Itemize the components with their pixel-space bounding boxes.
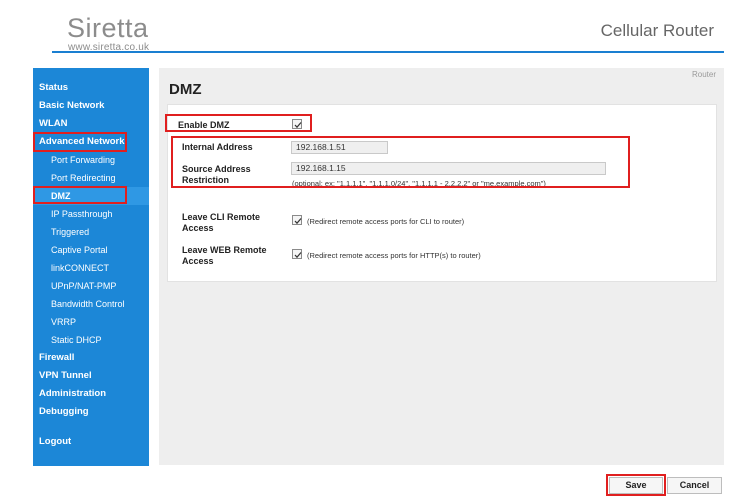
nav-basic-network[interactable]: Basic Network [33, 97, 149, 115]
nav-captive-portal[interactable]: Captive Portal [33, 241, 149, 259]
leave-cli-checkbox[interactable] [292, 215, 302, 225]
save-button[interactable]: Save [609, 477, 663, 494]
nav-port-forwarding[interactable]: Port Forwarding [33, 151, 149, 169]
nav-port-redirecting[interactable]: Port Redirecting [33, 169, 149, 187]
nav-triggered[interactable]: Triggered [33, 223, 149, 241]
cancel-button[interactable]: Cancel [667, 477, 722, 494]
nav-debugging[interactable]: Debugging [33, 403, 149, 421]
nav-vrrp[interactable]: VRRP [33, 313, 149, 331]
nav-dmz[interactable]: DMZ [33, 187, 149, 205]
source-restriction-hint: (optional; ex: "1.1.1.1", "1.1.1.0/24", … [292, 179, 546, 188]
source-restriction-input[interactable]: 192.168.1.15 [291, 162, 606, 175]
nav-vpn-tunnel[interactable]: VPN Tunnel [33, 367, 149, 385]
brand-name: Siretta [67, 13, 149, 43]
nav-status[interactable]: Status [33, 79, 149, 97]
nav-firewall[interactable]: Firewall [33, 349, 149, 367]
nav-bandwidth-control[interactable]: Bandwidth Control [33, 295, 149, 313]
nav-wlan[interactable]: WLAN [33, 115, 149, 133]
page-title: DMZ [169, 81, 202, 98]
nav-linkconnect[interactable]: linkCONNECT [33, 259, 149, 277]
leave-cli-hint: (Redirect remote access ports for CLI to… [307, 217, 465, 226]
breadcrumb: Router [691, 70, 716, 79]
brand-logo: Siretta www.siretta.co.uk [67, 14, 149, 53]
product-title: Cellular Router [600, 21, 714, 40]
main-content: Router DMZ Enable DMZ Internal Address 1… [159, 68, 724, 465]
leave-web-checkbox[interactable] [292, 249, 302, 259]
nav-ip-passthrough[interactable]: IP Passthrough [33, 205, 149, 223]
check-icon [294, 218, 302, 225]
sidebar-nav: Status Basic Network WLAN Advanced Netwo… [33, 68, 149, 466]
leave-web-hint: (Redirect remote access ports for HTTP(s… [307, 251, 481, 260]
header-divider [52, 51, 724, 53]
leave-web-label-line2: Access [182, 256, 214, 266]
nav-advanced-network[interactable]: Advanced Network [33, 133, 149, 151]
enable-dmz-checkbox[interactable] [292, 119, 302, 129]
nav-upnp-nat-pmp[interactable]: UPnP/NAT-PMP [33, 277, 149, 295]
check-icon [294, 252, 302, 259]
source-restriction-label-line1: Source Address [182, 164, 251, 174]
check-icon [294, 122, 302, 129]
enable-dmz-label: Enable DMZ [178, 120, 230, 130]
leave-cli-label-line2: Access [182, 223, 214, 233]
internal-address-input[interactable]: 192.168.1.51 [291, 141, 388, 154]
leave-web-label-line1: Leave WEB Remote [182, 245, 267, 255]
leave-cli-label-line1: Leave CLI Remote [182, 212, 261, 222]
source-restriction-label-line2: Restriction [182, 175, 230, 185]
dmz-settings-panel: Enable DMZ Internal Address 192.168.1.51… [167, 104, 717, 282]
nav-static-dhcp[interactable]: Static DHCP [33, 331, 149, 349]
internal-address-label: Internal Address [182, 142, 253, 152]
nav-logout[interactable]: Logout [33, 433, 149, 451]
nav-administration[interactable]: Administration [33, 385, 149, 403]
